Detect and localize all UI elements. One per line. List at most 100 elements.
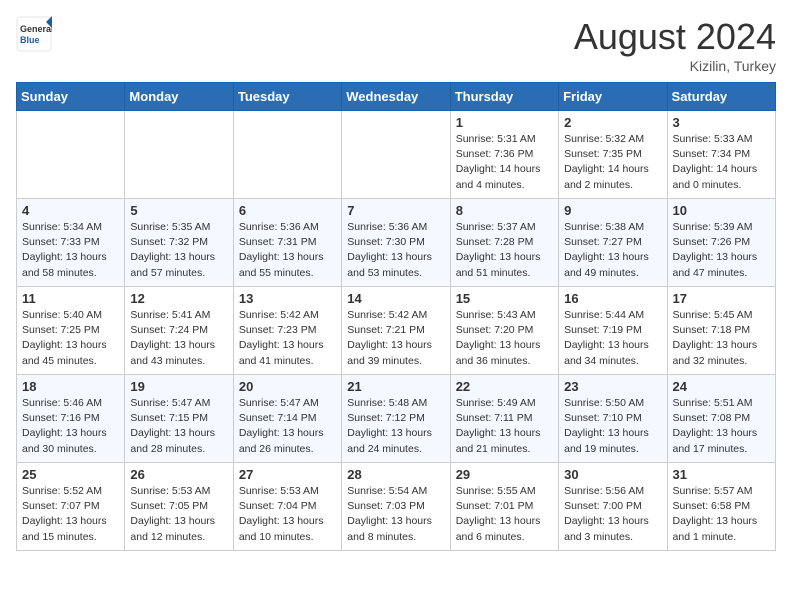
weekday-header-thursday: Thursday	[450, 83, 558, 111]
day-number: 13	[239, 291, 336, 306]
day-info: Sunrise: 5:36 AMSunset: 7:30 PMDaylight:…	[347, 220, 444, 281]
weekday-header-row: SundayMondayTuesdayWednesdayThursdayFrid…	[17, 83, 776, 111]
day-info: Sunrise: 5:42 AMSunset: 7:21 PMDaylight:…	[347, 308, 444, 369]
calendar-cell: 6 Sunrise: 5:36 AMSunset: 7:31 PMDaylight…	[233, 199, 341, 287]
day-number: 1	[456, 115, 553, 130]
day-number: 23	[564, 379, 661, 394]
calendar-table: SundayMondayTuesdayWednesdayThursdayFrid…	[16, 82, 776, 551]
logo-container: General Blue	[16, 16, 52, 52]
day-info: Sunrise: 5:52 AMSunset: 7:07 PMDaylight:…	[22, 484, 119, 545]
day-info: Sunrise: 5:45 AMSunset: 7:18 PMDaylight:…	[673, 308, 770, 369]
calendar-cell: 28 Sunrise: 5:54 AMSunset: 7:03 PMDayligh…	[342, 463, 450, 551]
day-number: 9	[564, 203, 661, 218]
calendar-cell: 24 Sunrise: 5:51 AMSunset: 7:08 PMDayligh…	[667, 375, 775, 463]
day-info: Sunrise: 5:33 AMSunset: 7:34 PMDaylight:…	[673, 132, 770, 193]
calendar-cell: 21Sunrise: 5:48 AMSunset: 7:12 PMDayligh…	[342, 375, 450, 463]
weekday-header-sunday: Sunday	[17, 83, 125, 111]
day-number: 27	[239, 467, 336, 482]
calendar-cell: 16 Sunrise: 5:44 AMSunset: 7:19 PMDayligh…	[559, 287, 667, 375]
page-header: General Blue August 2024 Kizilin, Turkey	[16, 16, 776, 74]
day-info: Sunrise: 5:34 AMSunset: 7:33 PMDaylight:…	[22, 220, 119, 281]
day-info: Sunrise: 5:53 AMSunset: 7:05 PMDaylight:…	[130, 484, 227, 545]
svg-text:Blue: Blue	[20, 35, 40, 45]
weekday-header-saturday: Saturday	[667, 83, 775, 111]
day-number: 29	[456, 467, 553, 482]
calendar-week-row: 25 Sunrise: 5:52 AMSunset: 7:07 PMDayligh…	[17, 463, 776, 551]
day-number: 24	[673, 379, 770, 394]
day-number: 18	[22, 379, 119, 394]
calendar-cell: 1Sunrise: 5:31 AMSunset: 7:36 PMDaylight…	[450, 111, 558, 199]
calendar-cell: 12Sunrise: 5:41 AMSunset: 7:24 PMDayligh…	[125, 287, 233, 375]
calendar-cell: 19Sunrise: 5:47 AMSunset: 7:15 PMDayligh…	[125, 375, 233, 463]
day-number: 19	[130, 379, 227, 394]
day-number: 28	[347, 467, 444, 482]
calendar-cell	[17, 111, 125, 199]
day-number: 11	[22, 291, 119, 306]
day-info: Sunrise: 5:57 AMSunset: 6:58 PMDaylight:…	[673, 484, 770, 545]
calendar-cell: 4 Sunrise: 5:34 AMSunset: 7:33 PMDaylight…	[17, 199, 125, 287]
calendar-cell: 14 Sunrise: 5:42 AMSunset: 7:21 PMDayligh…	[342, 287, 450, 375]
day-info: Sunrise: 5:35 AMSunset: 7:32 PMDaylight:…	[130, 220, 227, 281]
day-number: 7	[347, 203, 444, 218]
calendar-cell: 3 Sunrise: 5:33 AMSunset: 7:34 PMDaylight…	[667, 111, 775, 199]
calendar-cell: 27 Sunrise: 5:53 AMSunset: 7:04 PMDayligh…	[233, 463, 341, 551]
calendar-week-row: 18 Sunrise: 5:46 AMSunset: 7:16 PMDayligh…	[17, 375, 776, 463]
calendar-week-row: 11Sunrise: 5:40 AMSunset: 7:25 PMDayligh…	[17, 287, 776, 375]
day-info: Sunrise: 5:38 AMSunset: 7:27 PMDaylight:…	[564, 220, 661, 281]
day-number: 15	[456, 291, 553, 306]
day-info: Sunrise: 5:46 AMSunset: 7:16 PMDaylight:…	[22, 396, 119, 457]
day-info: Sunrise: 5:49 AMSunset: 7:11 PMDaylight:…	[456, 396, 553, 457]
calendar-week-row: 1Sunrise: 5:31 AMSunset: 7:36 PMDaylight…	[17, 111, 776, 199]
day-info: Sunrise: 5:55 AMSunset: 7:01 PMDaylight:…	[456, 484, 553, 545]
calendar-cell: 15 Sunrise: 5:43 AMSunset: 7:20 PMDayligh…	[450, 287, 558, 375]
calendar-cell: 26 Sunrise: 5:53 AMSunset: 7:05 PMDayligh…	[125, 463, 233, 551]
day-number: 21	[347, 379, 444, 394]
day-info: Sunrise: 5:47 AMSunset: 7:14 PMDaylight:…	[239, 396, 336, 457]
svg-text:General: General	[20, 24, 52, 34]
calendar-cell: 13 Sunrise: 5:42 AMSunset: 7:23 PMDayligh…	[233, 287, 341, 375]
location-subtitle: Kizilin, Turkey	[574, 58, 776, 74]
day-number: 26	[130, 467, 227, 482]
day-number: 4	[22, 203, 119, 218]
day-number: 20	[239, 379, 336, 394]
calendar-cell: 18 Sunrise: 5:46 AMSunset: 7:16 PMDayligh…	[17, 375, 125, 463]
day-number: 5	[130, 203, 227, 218]
day-number: 16	[564, 291, 661, 306]
calendar-cell: 8 Sunrise: 5:37 AMSunset: 7:28 PMDaylight…	[450, 199, 558, 287]
weekday-header-monday: Monday	[125, 83, 233, 111]
day-info: Sunrise: 5:43 AMSunset: 7:20 PMDaylight:…	[456, 308, 553, 369]
day-number: 10	[673, 203, 770, 218]
day-info: Sunrise: 5:37 AMSunset: 7:28 PMDaylight:…	[456, 220, 553, 281]
day-info: Sunrise: 5:53 AMSunset: 7:04 PMDaylight:…	[239, 484, 336, 545]
weekday-header-wednesday: Wednesday	[342, 83, 450, 111]
weekday-header-tuesday: Tuesday	[233, 83, 341, 111]
day-number: 8	[456, 203, 553, 218]
calendar-week-row: 4 Sunrise: 5:34 AMSunset: 7:33 PMDaylight…	[17, 199, 776, 287]
day-info: Sunrise: 5:44 AMSunset: 7:19 PMDaylight:…	[564, 308, 661, 369]
day-number: 22	[456, 379, 553, 394]
day-info: Sunrise: 5:54 AMSunset: 7:03 PMDaylight:…	[347, 484, 444, 545]
day-number: 31	[673, 467, 770, 482]
day-info: Sunrise: 5:51 AMSunset: 7:08 PMDaylight:…	[673, 396, 770, 457]
day-info: Sunrise: 5:39 AMSunset: 7:26 PMDaylight:…	[673, 220, 770, 281]
day-number: 25	[22, 467, 119, 482]
month-year-title: August 2024	[574, 16, 776, 58]
calendar-cell: 31 Sunrise: 5:57 AMSunset: 6:58 PMDayligh…	[667, 463, 775, 551]
calendar-cell: 22 Sunrise: 5:49 AMSunset: 7:11 PMDayligh…	[450, 375, 558, 463]
logo: General Blue	[16, 16, 52, 52]
calendar-cell: 9 Sunrise: 5:38 AMSunset: 7:27 PMDaylight…	[559, 199, 667, 287]
day-info: Sunrise: 5:42 AMSunset: 7:23 PMDaylight:…	[239, 308, 336, 369]
calendar-cell	[342, 111, 450, 199]
day-number: 30	[564, 467, 661, 482]
calendar-cell	[125, 111, 233, 199]
day-info: Sunrise: 5:36 AMSunset: 7:31 PMDaylight:…	[239, 220, 336, 281]
day-info: Sunrise: 5:32 AMSunset: 7:35 PMDaylight:…	[564, 132, 661, 193]
title-block: August 2024 Kizilin, Turkey	[574, 16, 776, 74]
day-number: 2	[564, 115, 661, 130]
day-number: 6	[239, 203, 336, 218]
calendar-cell: 29 Sunrise: 5:55 AMSunset: 7:01 PMDayligh…	[450, 463, 558, 551]
day-info: Sunrise: 5:56 AMSunset: 7:00 PMDaylight:…	[564, 484, 661, 545]
day-number: 3	[673, 115, 770, 130]
weekday-header-friday: Friday	[559, 83, 667, 111]
day-number: 14	[347, 291, 444, 306]
